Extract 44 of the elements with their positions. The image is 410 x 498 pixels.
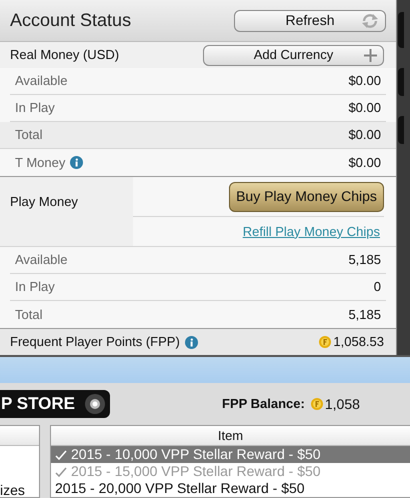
refresh-button[interactable]: Refresh xyxy=(234,10,386,32)
fpp-label: Frequent Player Points (FPP) xyxy=(10,333,180,352)
list-header xyxy=(0,426,39,446)
star-glow-icon xyxy=(84,393,106,415)
item-row[interactable]: 2015 - 10,000 VPP Stellar Reward - $50 xyxy=(51,446,410,463)
info-icon[interactable] xyxy=(70,156,84,169)
panel-title: Account Status xyxy=(10,9,132,32)
item-row[interactable]: 2015 - 20,000 VPP Stellar Reward - $50 xyxy=(51,480,410,497)
row-label: T Money xyxy=(15,154,66,172)
row-label: Available xyxy=(15,72,68,90)
section-label: Play Money xyxy=(10,194,78,209)
side-tab[interactable] xyxy=(398,116,404,144)
column-header[interactable]: Item xyxy=(51,426,410,446)
add-currency-button[interactable]: Add Currency xyxy=(203,44,384,66)
section-label: Real Money (USD) xyxy=(10,46,120,64)
row-label: Total xyxy=(15,306,42,324)
buy-chips-button[interactable]: Buy Play Money Chips xyxy=(229,182,384,212)
row-value: 5,185 xyxy=(348,251,381,270)
coin-icon xyxy=(310,398,323,410)
row-value: $0.00 xyxy=(348,154,381,172)
balance-label: FPP Balance: xyxy=(222,395,305,414)
item-text: 2015 - 15,000 VPP Stellar Reward - $50 xyxy=(71,462,321,481)
refresh-icon xyxy=(361,12,379,28)
row-value: $0.00 xyxy=(348,72,381,90)
side-tab[interactable] xyxy=(398,12,404,48)
row-value: $0.00 xyxy=(348,126,381,144)
item-text: 2015 - 10,000 VPP Stellar Reward - $50 xyxy=(71,445,321,464)
row-value: $0.00 xyxy=(348,99,381,118)
side-tab[interactable] xyxy=(398,68,404,96)
row-label: In Play xyxy=(15,99,55,118)
row-label: Total xyxy=(15,126,42,144)
row-label: Available xyxy=(15,251,68,270)
coin-icon xyxy=(319,336,332,348)
banner-text: P STORE xyxy=(0,393,76,416)
plus-icon xyxy=(364,48,377,62)
row-label: In Play xyxy=(15,278,55,296)
refill-link[interactable]: Refill Play Money Chips xyxy=(242,222,380,242)
info-icon[interactable] xyxy=(184,336,198,348)
row-value: 5,185 xyxy=(348,306,381,324)
item-text: 2015 - 20,000 VPP Stellar Reward - $50 xyxy=(55,479,305,498)
row-value: 0 xyxy=(374,278,381,296)
list-item[interactable]: izes xyxy=(0,480,39,497)
fpp-value: 1,058.53 xyxy=(333,333,384,352)
balance-value: 1,058 xyxy=(324,394,360,414)
